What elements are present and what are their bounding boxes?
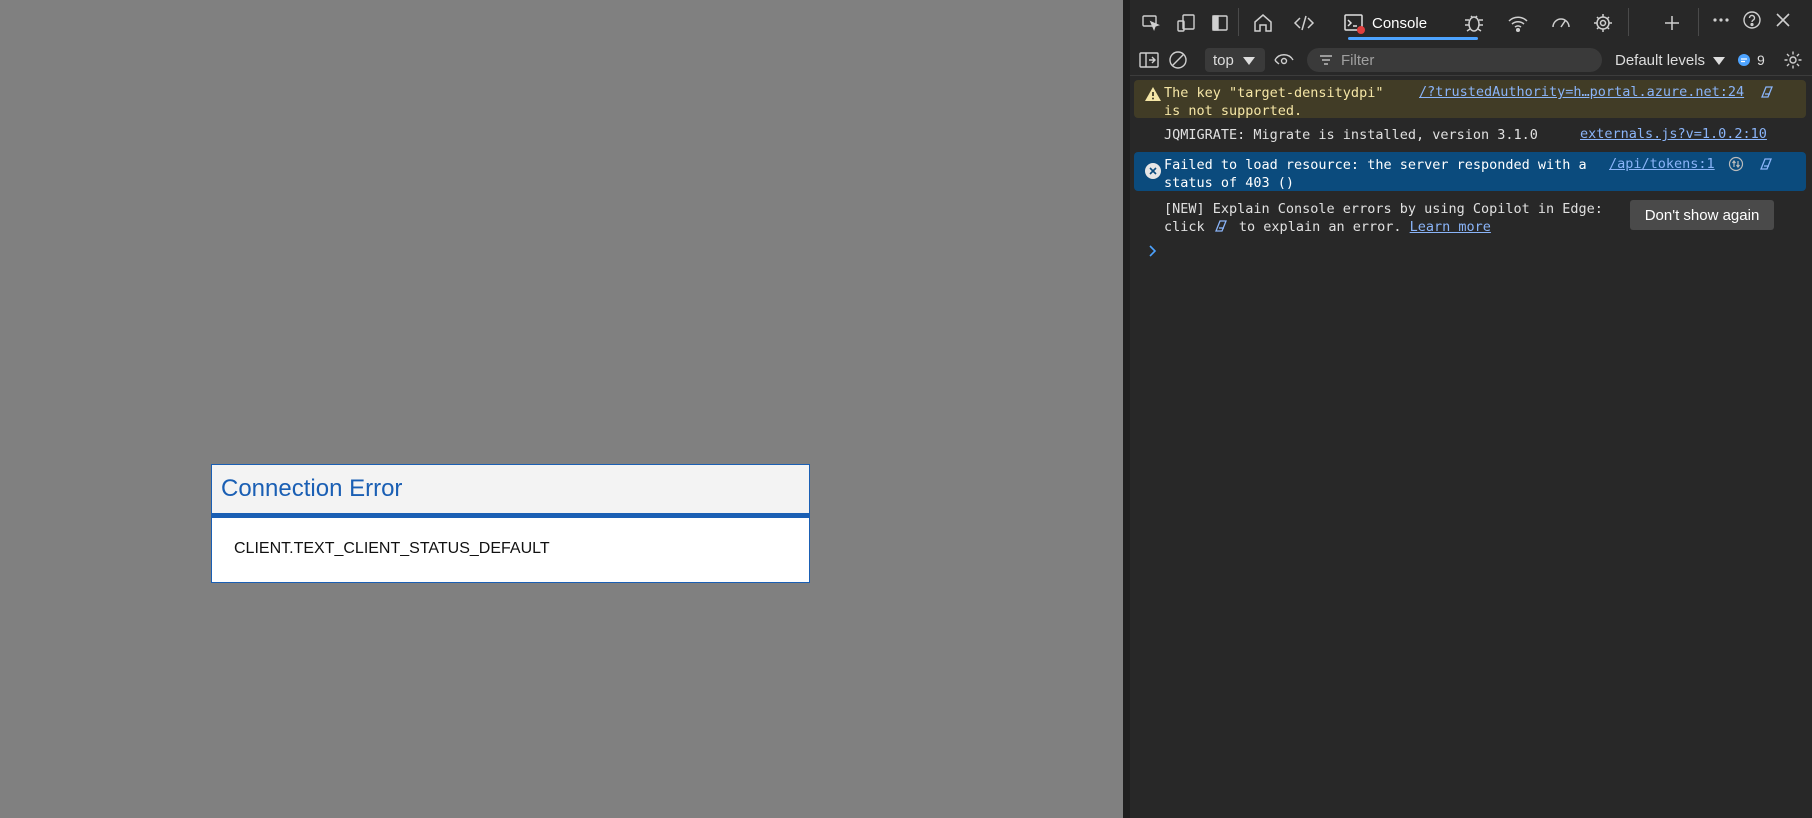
inspect-icon[interactable] <box>1138 10 1164 36</box>
welcome-home-icon[interactable] <box>1249 9 1277 37</box>
copilot-tip-line1: [NEW] Explain Console errors by using Co… <box>1164 201 1603 217</box>
learn-more-link[interactable]: Learn more <box>1410 219 1491 235</box>
network-request-icon[interactable] <box>1728 156 1744 172</box>
live-expression-eye-icon[interactable] <box>1273 49 1295 71</box>
devtools-toolbar: Console <box>1130 0 1812 44</box>
console-warning-message: The key "target-densitydpi" is not suppo… <box>1134 80 1806 119</box>
device-emulation-icon[interactable] <box>1173 10 1199 36</box>
warning-source-link[interactable]: /?trustedAuthority=h…portal.azure.net:24 <box>1419 84 1744 100</box>
connection-error-dialog: Connection Error CLIENT.TEXT_CLIENT_STAT… <box>211 464 810 583</box>
copilot-explain-icon[interactable] <box>1759 84 1775 100</box>
log-levels-label: Default levels <box>1615 51 1706 69</box>
copilot-inline-icon <box>1213 218 1231 239</box>
dialog-header: Connection Error <box>212 465 809 518</box>
issues-count: 9 <box>1757 52 1765 68</box>
sidebar-toggle-icon[interactable] <box>1138 49 1160 71</box>
performance-icon[interactable] <box>1547 9 1575 37</box>
console-toolbar: top Filter Default levels 9 <box>1130 44 1812 76</box>
toolbar-divider <box>1238 8 1239 36</box>
log-levels-dropdown[interactable]: Default levels <box>1615 48 1726 72</box>
error-text: Failed to load resource: the server resp… <box>1164 157 1587 191</box>
log-source-link[interactable]: externals.js?v=1.0.2:10 <box>1580 126 1767 142</box>
warning-text: The key "target-densitydpi" is not suppo… <box>1164 85 1384 119</box>
page-viewport: Connection Error CLIENT.TEXT_CLIENT_STAT… <box>0 0 1123 818</box>
toolbar-divider <box>1698 8 1699 36</box>
help-icon[interactable] <box>1739 7 1765 33</box>
settings-gear-icon[interactable] <box>1781 48 1805 72</box>
tab-console-label: Console <box>1372 14 1428 32</box>
toolbar-divider <box>1628 8 1629 36</box>
filter-icon <box>1319 53 1333 71</box>
close-icon[interactable] <box>1770 7 1796 33</box>
memory-chip-icon[interactable] <box>1589 9 1617 37</box>
console-log-message: JQMIGRATE: Migrate is installed, version… <box>1134 124 1806 146</box>
dont-show-again-button[interactable]: Don't show again <box>1630 200 1774 230</box>
chevron-down-icon <box>1242 52 1255 69</box>
copilot-tip-explain-text: to explain an error. <box>1238 219 1402 235</box>
console-error-message: Failed to load resource: the server resp… <box>1134 152 1806 191</box>
context-select-value: top <box>1213 51 1234 69</box>
message-bubble-icon <box>1738 54 1750 66</box>
error-source-link[interactable]: /api/tokens:1 <box>1609 156 1715 172</box>
sources-bug-icon[interactable] <box>1460 9 1488 37</box>
chevron-down-icon <box>1713 52 1726 69</box>
warning-icon <box>1144 86 1162 106</box>
copilot-tip-line2: click to explain an error. Learn more <box>1164 218 1491 239</box>
dialog-title: Connection Error <box>221 475 403 502</box>
devtools-splitter[interactable] <box>1123 0 1130 818</box>
add-tool-icon[interactable] <box>1658 9 1686 37</box>
more-icon[interactable] <box>1708 7 1734 33</box>
tab-console[interactable]: Console <box>1342 6 1427 40</box>
dock-side-icon[interactable] <box>1207 10 1233 36</box>
dialog-message: CLIENT.TEXT_CLIENT_STATUS_DEFAULT <box>234 540 550 557</box>
issues-counter[interactable]: 9 <box>1737 48 1765 72</box>
copilot-tip-click-text: click <box>1164 219 1205 235</box>
active-tab-indicator <box>1348 37 1478 40</box>
error-icon <box>1144 162 1162 184</box>
console-prompt-chevron-icon[interactable] <box>1148 244 1158 263</box>
context-select[interactable]: top <box>1205 48 1265 72</box>
log-text: JQMIGRATE: Migrate is installed, version… <box>1164 127 1538 143</box>
devtools-panel: Console top Filter Default levels 9 The … <box>1130 0 1812 818</box>
elements-icon[interactable] <box>1290 9 1318 37</box>
network-wifi-icon[interactable] <box>1504 9 1532 37</box>
filter-input[interactable]: Filter <box>1307 48 1602 72</box>
clear-console-icon[interactable] <box>1167 49 1189 71</box>
filter-placeholder: Filter <box>1341 51 1375 69</box>
copilot-explain-icon[interactable] <box>1758 156 1774 172</box>
console-icon <box>1342 11 1366 35</box>
